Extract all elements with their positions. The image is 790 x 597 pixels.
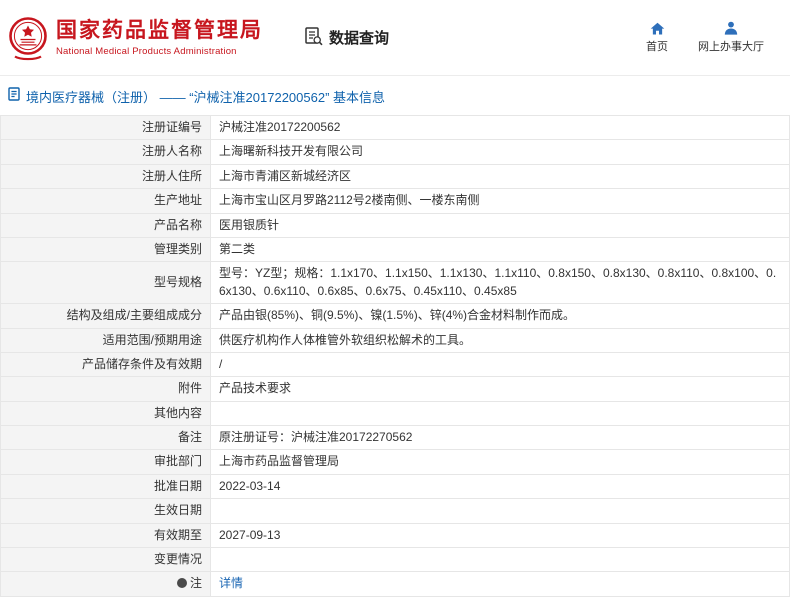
table-row: 生效日期 [0,498,790,524]
row-label: 生效日期 [0,498,211,524]
row-value [210,400,790,427]
nav-home-label: 首页 [646,41,668,53]
row-label: 产品名称 [0,212,211,238]
row-value: 产品由银(85%)、铜(9.5%)、镍(1.5%)、锌(4%)合金材料制作而成。 [210,303,790,329]
nav-data-query[interactable]: 数据查询 [303,26,389,50]
row-label: 附件 [0,376,211,402]
row-label: 型号规格 [0,261,211,305]
row-label: 结构及组成/主要组成成分 [0,303,211,329]
site-header: 国家药品监督管理局 National Medical Products Admi… [0,0,790,76]
row-value: 产品技术要求 [210,376,790,402]
row-label: 生产地址 [0,188,211,214]
table-row: 变更情况 [0,547,790,573]
table-row: 批准日期 2022-03-14 [0,473,790,500]
table-row: 注册人住所 上海市青浦区新城经济区 [0,163,790,190]
table-row: 产品名称 医用银质针 [0,212,790,238]
row-label: 批准日期 [0,473,211,500]
table-row: 产品储存条件及有效期 / [0,351,790,378]
row-label: 管理类别 [0,236,211,263]
row-value: 第二类 [210,236,790,263]
row-value: 医用银质针 [210,212,790,238]
row-value: 2027-09-13 [210,522,790,549]
table-row: 结构及组成/主要组成成分 产品由银(85%)、铜(9.5%)、镍(1.5%)、锌(… [0,303,790,329]
row-value [210,498,790,524]
brand-text: 国家药品监督管理局 National Medical Products Admi… [56,18,263,57]
row-label: 备注 [0,425,211,451]
table-row: 注册证编号 沪械注准20172200562 [0,114,790,141]
user-icon [724,21,738,35]
row-value: 型号：YZ型；规格：1.1x170、1.1x150、1.1x130、1.1x11… [210,261,790,305]
nav-home[interactable]: 首页 [646,21,668,54]
page-title-bar: 境内医疗器械（注册） —— “沪械注准20172200562” 基本信息 [0,76,790,115]
row-label: 变更情况 [0,547,211,573]
document-icon [8,87,20,106]
detail-link[interactable]: 详情 [219,576,243,590]
row-label: 注 [0,571,211,597]
info-table-body: 注册证编号 沪械注准20172200562 注册人名称 上海曙新科技开发有限公司 注册人… [0,114,790,597]
row-value: 原注册证号：沪械注准20172270562 [210,425,790,451]
home-icon [650,21,665,35]
row-label: 注册人名称 [0,139,211,165]
row-value: 详情 [210,571,790,597]
row-value [210,547,790,573]
table-row: 其他内容 [0,400,790,427]
table-row: 注详情 [0,571,790,597]
header-right-nav: 首页 网上办事大厅 [646,21,764,54]
row-label: 适用范围/预期用途 [0,327,211,353]
row-value: 2022-03-14 [210,473,790,500]
note-icon [176,578,187,589]
table-row: 生产地址 上海市宝山区月罗路2112号2楼南侧、一楼东南侧 [0,188,790,214]
nav-service-hall[interactable]: 网上办事大厅 [698,21,764,54]
row-value: 上海曙新科技开发有限公司 [210,139,790,165]
row-value: 上海市宝山区月罗路2112号2楼南侧、一楼东南侧 [210,188,790,214]
table-row: 管理类别 第二类 [0,236,790,263]
org-name-en: National Medical Products Administration [56,46,237,58]
row-label: 有效期至 [0,522,211,549]
row-label: 产品储存条件及有效期 [0,351,211,378]
row-value: / [210,351,790,378]
brand: 国家药品监督管理局 National Medical Products Admi… [8,15,263,61]
row-value: 上海市青浦区新城经济区 [210,163,790,190]
row-label: 注册人住所 [0,163,211,190]
national-emblem-logo [8,15,48,61]
table-row: 型号规格 型号：YZ型；规格：1.1x170、1.1x150、1.1x130、1.… [0,261,790,305]
table-row: 适用范围/预期用途 供医疗机构作人体椎管外软组织松解术的工具。 [0,327,790,353]
table-row: 附件 产品技术要求 [0,376,790,402]
row-value: 供医疗机构作人体椎管外软组织松解术的工具。 [210,327,790,353]
registration-info-table: 注册证编号 沪械注准20172200562 注册人名称 上海曙新科技开发有限公司 注册人… [0,114,790,597]
table-row: 备注 原注册证号：沪械注准20172270562 [0,425,790,451]
page-title: 境内医疗器械（注册） —— “沪械注准20172200562” 基本信息 [26,90,386,105]
row-value: 上海市药品监督管理局 [210,449,790,475]
row-label: 其他内容 [0,400,211,427]
nav-service-hall-label: 网上办事大厅 [698,41,764,53]
row-value: 沪械注准20172200562 [210,114,790,141]
data-query-icon [303,26,323,50]
table-row: 审批部门 上海市药品监督管理局 [0,449,790,475]
table-row: 有效期至 2027-09-13 [0,522,790,549]
org-name-cn: 国家药品监督管理局 [56,18,263,42]
row-label: 注册证编号 [0,114,211,141]
table-row: 注册人名称 上海曙新科技开发有限公司 [0,139,790,165]
data-query-label: 数据查询 [329,30,390,47]
row-label: 审批部门 [0,449,211,475]
